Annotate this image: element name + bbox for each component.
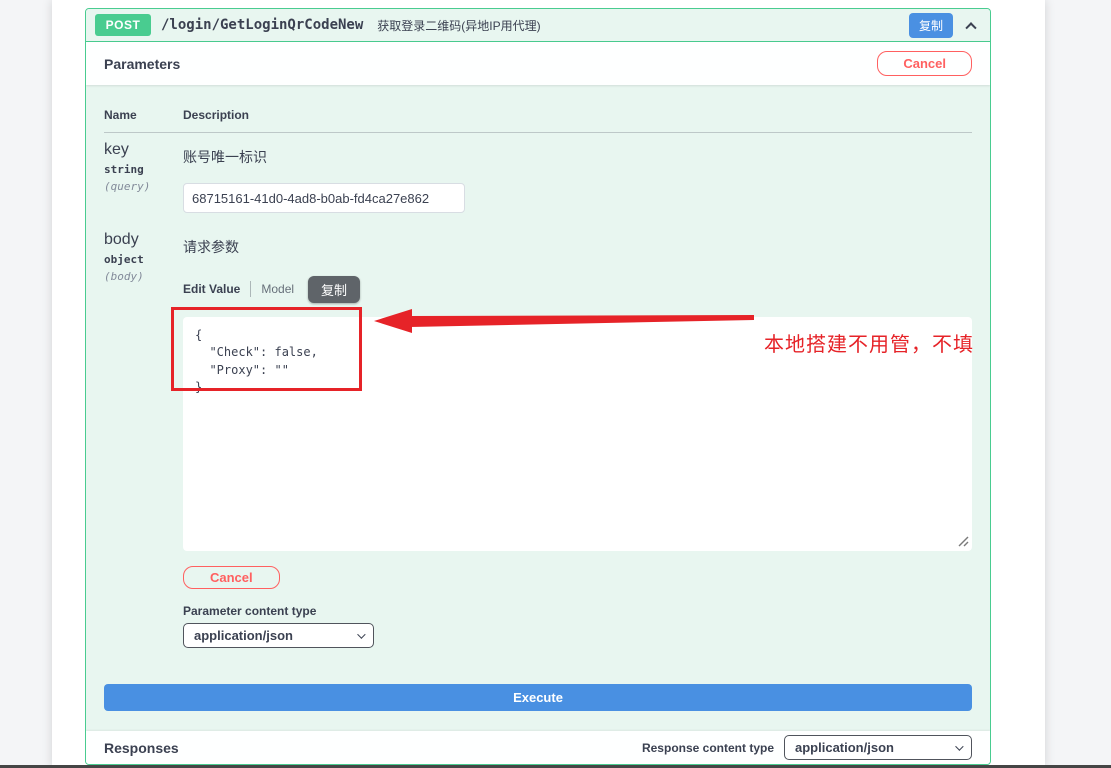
- endpoint-summary: 获取登录二维码(异地IP用代理): [377, 18, 541, 33]
- body-textarea-wrap: { "Check": false, "Proxy": "" }: [183, 317, 972, 551]
- opblock-post: POST /login/GetLoginQrCodeNew 获取登录二维码(异地…: [85, 8, 991, 765]
- param-desc-cell: 账号唯一标识: [183, 141, 972, 213]
- opblock-summary[interactable]: POST /login/GetLoginQrCodeNew 获取登录二维码(异地…: [86, 9, 990, 42]
- response-content-type-select[interactable]: application/json: [784, 735, 972, 760]
- responses-content-type-group: Response content type application/json: [642, 735, 972, 760]
- collapse-button[interactable]: [961, 15, 981, 35]
- body-editor-tabs: Edit Value Model 复制: [183, 275, 972, 303]
- body-json-textarea[interactable]: { "Check": false, "Proxy": "" }: [183, 317, 972, 551]
- endpoint-path: /login/GetLoginQrCodeNew: [161, 17, 364, 33]
- selected-content-type: application/json: [194, 628, 293, 643]
- page: POST /login/GetLoginQrCodeNew 获取登录二维码(异地…: [0, 0, 1111, 768]
- chevron-down-icon: [955, 741, 964, 751]
- responses-header: Responses Response content type applicat…: [86, 731, 990, 764]
- parameters-title: Parameters: [104, 55, 181, 72]
- param-location: (body): [104, 270, 144, 283]
- param-type: string: [104, 163, 144, 176]
- param-description: 请求参数: [183, 239, 239, 255]
- responses-title: Responses: [104, 739, 179, 756]
- param-description: 账号唯一标识: [183, 149, 267, 165]
- param-name: key: [104, 141, 129, 158]
- param-name-cell: key string (query): [104, 141, 183, 213]
- body-cancel-button[interactable]: Cancel: [183, 566, 280, 589]
- param-name-cell: body object (body): [104, 231, 183, 648]
- key-value-input[interactable]: [183, 183, 465, 213]
- parameters-header: Parameters Cancel: [86, 42, 990, 85]
- execute-button[interactable]: Execute: [104, 684, 972, 711]
- tab-edit-value[interactable]: Edit Value: [183, 282, 240, 296]
- param-type: object: [104, 253, 144, 266]
- parameter-content-type-select[interactable]: application/json: [183, 623, 374, 648]
- response-content-type-label: Response content type: [641, 740, 774, 755]
- param-location: (query): [104, 180, 151, 193]
- chevron-down-icon: [357, 629, 366, 639]
- table-row-key: key string (query) 账号唯一标识: [104, 141, 972, 213]
- http-method-badge: POST: [95, 14, 151, 36]
- resize-grip-icon[interactable]: [957, 535, 969, 547]
- column-name: Name: [104, 108, 137, 122]
- parameters-table-header: Name Description: [104, 108, 972, 133]
- copy-body-button[interactable]: 复制: [308, 275, 361, 303]
- cancel-button[interactable]: Cancel: [877, 51, 972, 76]
- tab-model[interactable]: Model: [261, 282, 294, 296]
- param-desc-cell: 请求参数 Edit Value Model 复制 { "Check": fals…: [183, 231, 972, 648]
- chevron-up-icon: [965, 22, 977, 34]
- column-description: Description: [183, 108, 250, 122]
- tab-divider: [250, 281, 252, 297]
- parameter-content-type-label: Parameter content type: [183, 604, 317, 618]
- param-name: body: [104, 231, 139, 248]
- copy-endpoint-button[interactable]: 复制: [908, 12, 953, 38]
- selected-response-content-type: application/json: [795, 740, 894, 755]
- table-row-body: body object (body) 请求参数 Edit Value Model…: [104, 231, 972, 648]
